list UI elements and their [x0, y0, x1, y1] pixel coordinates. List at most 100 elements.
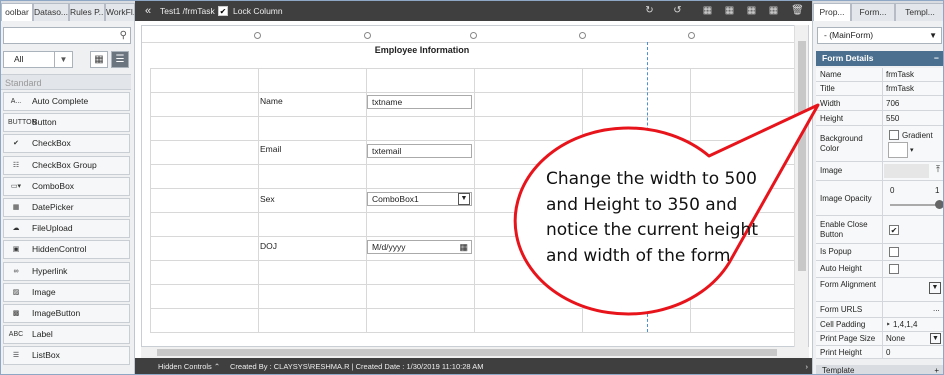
column-handle[interactable] — [579, 32, 586, 39]
redo-icon[interactable]: ↻ — [643, 4, 656, 17]
chevron-down-icon[interactable]: ▾ — [910, 146, 914, 154]
toolbox-item[interactable]: ABC Label — [3, 325, 130, 345]
tool-icon: ✔ — [13, 140, 19, 148]
collapse-icon[interactable]: − — [934, 51, 939, 66]
prop-width-value[interactable]: 706 — [886, 99, 899, 108]
column-handle[interactable] — [364, 32, 371, 39]
column-handle[interactable] — [470, 32, 477, 39]
prop-height-value[interactable]: 550 — [886, 114, 899, 123]
grid-line — [150, 140, 794, 141]
designer-toolbar: « Test1 /frmTask ✔ Lock Column ↻ ↺ ▦ ▦ ▦… — [135, 1, 812, 21]
grid-line — [142, 42, 794, 43]
prop-row-urls: Form URLS... — [816, 302, 943, 318]
toolbox-item[interactable]: ▭▾ ComboBox — [3, 176, 130, 196]
tab-workflow[interactable]: WorkFl... — [105, 3, 135, 21]
toolbox-item[interactable]: ✔ CheckBox — [3, 134, 130, 154]
undo-icon[interactable]: ↺ — [671, 4, 684, 17]
prop-title-value[interactable]: frmTask — [886, 84, 914, 93]
email-input[interactable]: txtemail — [367, 144, 472, 158]
upload-icon[interactable]: ⤒ — [936, 164, 940, 175]
expand-icon[interactable]: + — [934, 365, 939, 374]
canvas-horizontal-scrollbar[interactable] — [141, 347, 809, 358]
image-field[interactable] — [884, 164, 929, 178]
tab-datasource[interactable]: Dataso... — [33, 3, 69, 21]
tool-icon: ☁ — [12, 225, 20, 233]
scroll-thumb[interactable] — [798, 41, 806, 271]
print-size-select[interactable]: None — [886, 334, 905, 343]
tool-label: DatePicker — [32, 202, 74, 212]
tab-properties[interactable]: Prop... — [813, 3, 851, 21]
template-section-header[interactable]: Template + — [816, 365, 943, 374]
opacity-slider-track[interactable] — [890, 204, 940, 206]
toolbox-group-standard[interactable]: Standard — [1, 74, 131, 90]
calendar-icon[interactable]: ▦ — [459, 241, 468, 253]
tool-label: CheckBox — [32, 138, 71, 149]
tab-toolbar[interactable]: oolbar — [1, 3, 33, 21]
lock-column-checkbox[interactable]: ✔ — [218, 6, 228, 16]
grid-line — [150, 68, 794, 69]
hidden-controls-toggle[interactable]: Hidden Controls ⌃ — [158, 358, 220, 374]
toolbox-item[interactable]: A... Auto Complete — [3, 92, 130, 111]
chevron-down-icon[interactable]: ▼ — [458, 193, 470, 205]
lock-column-label: Lock Column — [233, 6, 283, 16]
print-height-value[interactable]: 0 — [886, 348, 890, 357]
prop-row-popup: Is Popup — [816, 244, 943, 261]
prop-name-value[interactable]: frmTask — [886, 70, 914, 79]
tool-icon: ABC — [8, 331, 24, 339]
chevron-down-icon[interactable]: ▼ — [930, 333, 941, 344]
sex-combobox[interactable]: ComboBox1 ▼ — [367, 192, 472, 206]
color-swatch[interactable] — [888, 142, 908, 158]
canvas-vertical-scrollbar[interactable] — [794, 25, 808, 347]
prop-row-cell-padding: Cell Padding ‣ 1,4,1,4 — [816, 318, 943, 332]
toolbox-search-input[interactable]: ⚲ — [3, 27, 131, 44]
column-handle[interactable] — [254, 32, 261, 39]
list-view-button[interactable]: ☰ — [111, 51, 129, 68]
layout-icon-4[interactable]: ▦ — [767, 4, 780, 17]
name-input[interactable]: txtname — [367, 95, 472, 109]
form-details-header[interactable]: Form Details − — [816, 51, 943, 66]
delete-icon[interactable]: 🗑 — [791, 4, 804, 17]
layout-icon-1[interactable]: ▦ — [701, 4, 714, 17]
tool-icon: ▭▾ — [10, 182, 22, 190]
cell-padding-value[interactable]: ‣ 1,4,1,4 — [886, 320, 917, 329]
form-urls-button[interactable]: ... — [933, 304, 940, 313]
collapse-panel-button[interactable]: « — [145, 1, 151, 21]
properties-panel: Prop... Form... Templ... - (MainForm) ▼ F… — [812, 1, 943, 374]
grid-line — [150, 68, 151, 332]
chevron-right-icon[interactable]: › — [806, 358, 809, 374]
grid-line — [150, 284, 794, 285]
tool-label: HiddenControl — [32, 244, 87, 255]
toolbox-item[interactable]: ☁ FileUpload — [3, 219, 130, 239]
column-handle[interactable] — [688, 32, 695, 39]
gradient-checkbox[interactable] — [889, 130, 899, 140]
prop-row-image: Image ⤒ — [816, 162, 943, 181]
toolbox-item[interactable]: ∞ Hyperlink — [3, 261, 130, 281]
toolbox-filter-select[interactable]: All ▼ — [3, 51, 73, 68]
layout-icon-3[interactable]: ▦ — [745, 4, 758, 17]
toolbox-item[interactable]: ▦ DatePicker — [3, 198, 130, 217]
alignment-dropdown[interactable]: ▼ — [929, 282, 941, 294]
toolbox-item[interactable]: ☰ ListBox — [3, 346, 130, 366]
prop-row-width: Width 706 — [816, 96, 943, 111]
auto-height-checkbox[interactable] — [889, 264, 899, 274]
toolbox-item[interactable]: BUTTON Button — [3, 113, 130, 133]
tab-template[interactable]: Templ... — [895, 3, 943, 21]
tool-label: Hyperlink — [32, 265, 68, 276]
tab-form[interactable]: Form... — [851, 3, 895, 21]
opacity-slider-handle[interactable] — [935, 200, 943, 209]
callout-text: Change the width to 500 and Height to 35… — [546, 169, 758, 266]
is-popup-checkbox[interactable] — [889, 247, 899, 257]
toolbox-item[interactable]: ▩ ImageButton — [3, 304, 130, 323]
toolbox-item[interactable]: ▨ Image — [3, 282, 130, 302]
doj-datepicker[interactable]: M/d/yyyy ▦ — [367, 240, 472, 254]
tab-rules[interactable]: Rules P... — [69, 3, 105, 21]
grid-view-button[interactable]: ▦ — [90, 51, 108, 68]
control-selector[interactable]: - (MainForm) ▼ — [817, 27, 942, 44]
scroll-thumb[interactable] — [157, 349, 777, 356]
enable-close-checkbox[interactable]: ✔ — [889, 225, 899, 235]
toolbox-item[interactable]: ▣ HiddenControl — [3, 240, 130, 260]
toolbox-item[interactable]: ☷ CheckBox Group — [3, 155, 130, 175]
search-icon[interactable]: ⚲ — [120, 30, 127, 41]
tool-icon: ▩ — [12, 310, 20, 317]
layout-icon-2[interactable]: ▦ — [723, 4, 736, 17]
